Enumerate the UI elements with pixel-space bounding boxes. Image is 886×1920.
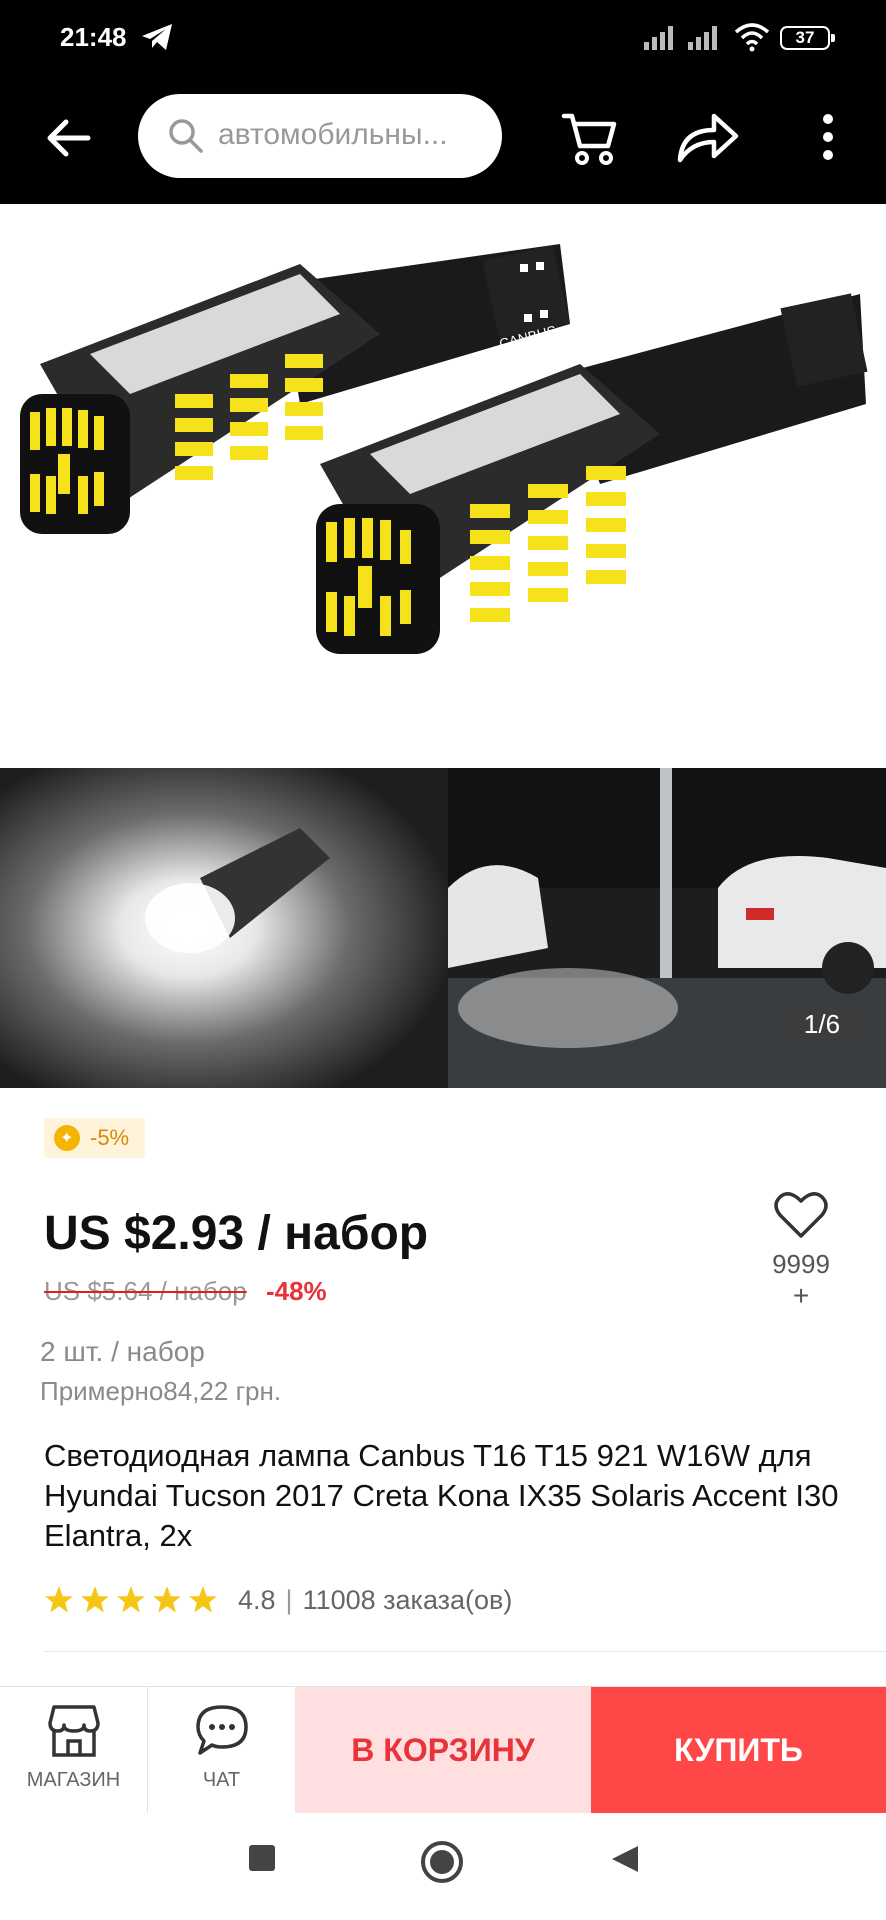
rating-separator: | <box>285 1584 293 1615</box>
buy-now-button[interactable]: КУПИТЬ <box>591 1687 886 1813</box>
battery-indicator: 37 <box>780 26 835 50</box>
old-price: US $5.64 / набор <box>44 1276 247 1306</box>
favorites-count: 9999 <box>772 1249 830 1279</box>
coin-discount-badge: -5% <box>44 1118 146 1158</box>
heart-icon <box>774 1192 828 1238</box>
system-navigation-bar <box>0 1814 886 1920</box>
star-icon <box>189 1586 217 1613</box>
more-vertical-icon[interactable] <box>816 112 840 162</box>
store-label: МАГАЗИН <box>26 1769 121 1791</box>
signal-icon <box>644 26 673 50</box>
unit-info: 2 шт. / набор <box>40 1336 205 1367</box>
favorites-plus: + <box>792 1280 810 1311</box>
thumbnail-car-night[interactable]: 1/6 <box>448 768 886 1088</box>
coin-discount-value: -5% <box>90 1125 130 1150</box>
share-icon[interactable] <box>676 110 740 166</box>
rating-value: 4.8 <box>238 1584 276 1615</box>
status-bar: 21:48 37 <box>0 0 886 80</box>
back-arrow-icon[interactable] <box>44 116 92 160</box>
current-price: US $2.93 / набор <box>44 1207 429 1260</box>
signal-icon-2 <box>688 26 717 50</box>
led-bulbs-illustration: CANBUS CANBUS + <box>20 244 868 654</box>
star-icon <box>45 1586 73 1613</box>
store-button[interactable]: МАГАЗИН <box>0 1687 148 1813</box>
rating-stars <box>44 1585 218 1615</box>
search-icon <box>169 119 203 153</box>
search-input[interactable]: автомобильны... <box>138 94 502 178</box>
wifi-icon <box>734 23 770 52</box>
thumbnail-bulb-lit[interactable] <box>0 768 448 1088</box>
gallery-counter: 1/6 <box>776 1000 868 1048</box>
product-title: Светодиодная лампа Canbus T16 T15 921 W1… <box>44 1438 839 1553</box>
star-icon <box>153 1586 181 1613</box>
nav-recents-icon[interactable] <box>248 1844 276 1872</box>
chat-icon <box>196 1705 248 1755</box>
orders-count: 11008 заказа(ов) <box>302 1584 513 1615</box>
product-main-image[interactable]: CANBUS CANBUS + <box>0 204 886 768</box>
bottom-action-bar: МАГАЗИН ЧАТ В КОРЗИНУ КУПИТЬ <box>0 1686 886 1815</box>
coin-icon <box>54 1125 80 1151</box>
chat-button[interactable]: ЧАТ <box>148 1687 295 1813</box>
star-icon <box>81 1586 109 1613</box>
telegram-icon <box>142 24 172 50</box>
star-icon <box>117 1586 145 1613</box>
chat-label: ЧАТ <box>202 1769 241 1791</box>
nav-home-icon[interactable] <box>420 1840 464 1884</box>
cart-icon[interactable] <box>560 108 620 168</box>
top-toolbar: автомобильны... <box>0 80 886 204</box>
bulb-lit-image <box>0 768 448 1088</box>
store-icon <box>48 1705 100 1757</box>
search-placeholder: автомобильны... <box>218 118 448 151</box>
old-price-row: US $5.64 / набор -48% <box>44 1276 327 1307</box>
nav-back-icon[interactable] <box>610 1844 640 1874</box>
product-thumbnails: 1/6 <box>0 768 886 1088</box>
discount-percent: -48% <box>265 1276 327 1306</box>
add-to-cart-button[interactable]: В КОРЗИНУ <box>295 1687 591 1813</box>
approx-price: Примерно84,22 грн. <box>40 1376 282 1406</box>
status-time: 21:48 <box>60 22 127 52</box>
svg-text:+: + <box>640 576 653 601</box>
rating-row[interactable]: 4.8 | 11008 заказа(ов) <box>44 1580 512 1620</box>
favorite-button[interactable]: 9999 + <box>762 1190 840 1312</box>
divider <box>44 1651 886 1652</box>
